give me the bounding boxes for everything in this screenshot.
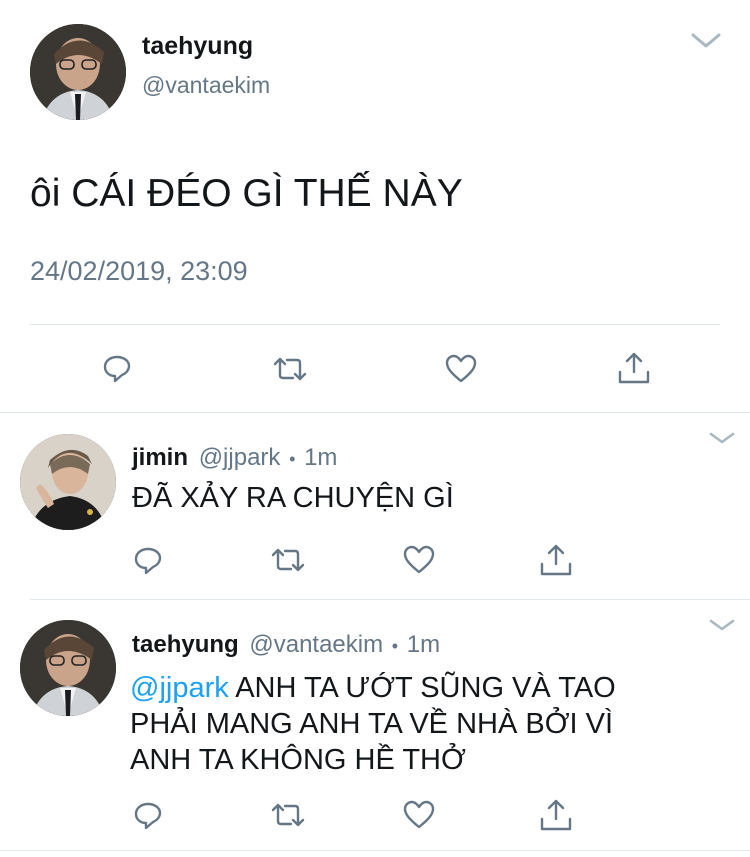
reply-text: @jjpark ANH TA ƯỚT SŨNG VÀ TAO PHẢI MANG… — [130, 670, 616, 778]
like-icon[interactable] — [403, 800, 435, 830]
divider — [30, 324, 720, 325]
divider — [30, 599, 750, 600]
tweet-text: ôi CÁI ĐÉO GÌ THẾ NÀY — [30, 172, 463, 215]
separator-dot: • — [289, 449, 296, 469]
author-name[interactable]: taehyung — [132, 631, 239, 658]
reply-text-line: ANH TA KHÔNG HỀ THỞ — [130, 744, 466, 776]
reply-header: taehyung @vantaekim • 1m — [132, 631, 440, 659]
reply-time[interactable]: 1m — [407, 631, 440, 658]
reply-text-line: PHẢI MANG ANH TA VỀ NHÀ BỞI VÌ — [130, 708, 614, 740]
reply-header: jimin @jjpark • 1m — [132, 444, 337, 472]
share-icon[interactable] — [617, 350, 651, 386]
author-handle[interactable]: @vantaekim — [249, 631, 383, 658]
chevron-down-icon[interactable] — [708, 430, 736, 446]
retweet-icon[interactable] — [270, 801, 306, 829]
retweet-icon[interactable] — [272, 355, 308, 383]
tweet-timestamp[interactable]: 24/02/2019, 23:09 — [30, 256, 248, 287]
reply-icon[interactable] — [102, 353, 132, 383]
author-handle[interactable]: @vantaekim — [142, 72, 270, 99]
author-name[interactable]: jimin — [132, 444, 188, 471]
like-icon[interactable] — [403, 545, 435, 575]
reply-text-fragment: ANH TA ƯỚT SŨNG VÀ TAO — [228, 672, 616, 704]
avatar[interactable] — [20, 620, 116, 716]
separator-dot: • — [391, 636, 399, 656]
reply-icon[interactable] — [133, 800, 163, 830]
avatar[interactable] — [20, 434, 116, 530]
share-icon[interactable] — [539, 797, 573, 833]
chevron-down-icon[interactable] — [690, 30, 722, 50]
author-name[interactable]: taehyung — [142, 32, 253, 61]
like-icon[interactable] — [445, 354, 477, 384]
author-handle[interactable]: @jjpark — [199, 444, 281, 471]
reply-text: ĐÃ XẢY RA CHUYỆN GÌ — [132, 482, 454, 514]
share-icon[interactable] — [539, 542, 573, 578]
retweet-icon[interactable] — [270, 546, 306, 574]
chevron-down-icon[interactable] — [708, 617, 736, 633]
reply-text-line: @jjpark ANH TA ƯỚT SŨNG VÀ TAO — [130, 670, 616, 706]
divider — [0, 850, 750, 851]
reply-time[interactable]: 1m — [304, 444, 337, 471]
avatar[interactable] — [30, 24, 126, 120]
mention-link[interactable]: @jjpark — [130, 672, 229, 704]
divider — [0, 412, 750, 413]
reply-icon[interactable] — [133, 545, 163, 575]
